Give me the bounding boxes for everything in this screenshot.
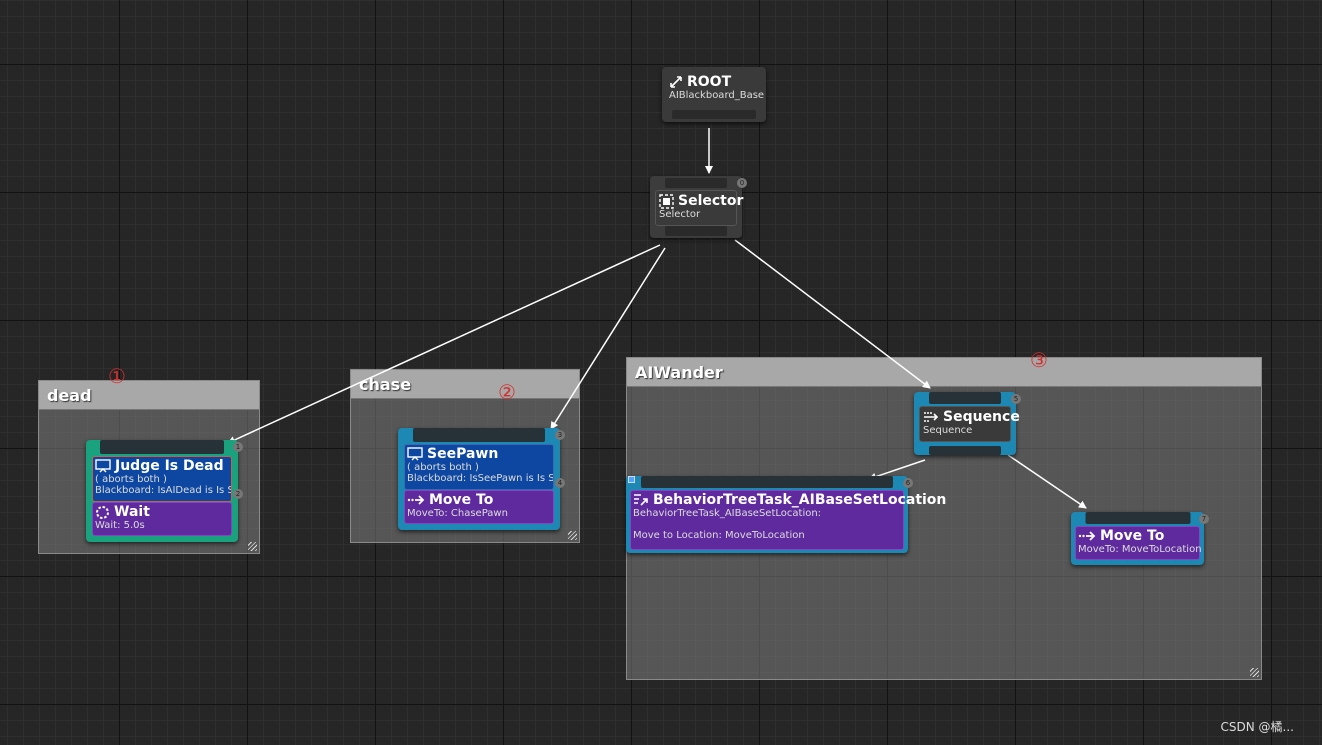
move-arrow-icon (407, 494, 425, 506)
selector-output-pin[interactable] (665, 226, 727, 236)
comment-title-aiwander[interactable]: AIWander (627, 358, 1261, 387)
seepawn-decorator[interactable]: SeePawn ( aborts both ) Blackboard: IsSe… (404, 444, 554, 490)
chase-input-pin[interactable] (413, 428, 545, 442)
sequence-card: Sequence Sequence (919, 406, 1020, 442)
seepawn-aborts: ( aborts both ) (407, 462, 479, 473)
wait-title: Wait (114, 504, 150, 520)
task-list-icon (633, 493, 649, 507)
wait-spinner-icon (95, 505, 110, 520)
set-location-input-pin[interactable] (641, 476, 893, 488)
wait-detail: Wait: 5.0s (95, 520, 145, 531)
watermark: CSDN @橘... (1220, 720, 1294, 734)
set-location-line2: Move to Location: MoveToLocation (633, 530, 805, 541)
selector-node[interactable]: 0 Selector Selector (650, 176, 747, 238)
judge-is-dead-title: Judge Is Dead (115, 458, 224, 474)
move-to-location-index-badge: 7 (1199, 514, 1209, 524)
chase-move-to-detail: MoveTo: ChasePawn (407, 508, 508, 519)
judge-is-dead-detail: Blackboard: IsAIDead is Is Set (95, 485, 231, 496)
chase-branch-node[interactable]: 3 SeePawn ( aborts both ) Blackboard: Is… (398, 428, 565, 530)
dead-index-badge: 1 (233, 442, 243, 452)
selector-icon (659, 193, 674, 209)
move-to-location-input-pin[interactable] (1085, 512, 1190, 524)
set-location-line1: BehaviorTreeTask_AIBaseSetLocation: (633, 508, 822, 519)
selector-title: Selector (678, 193, 744, 209)
chase-move-to-task[interactable]: Move To MoveTo: ChasePawn (404, 490, 554, 524)
set-location-title: BehaviorTreeTask_AIBaseSetLocation (653, 492, 947, 508)
move-to-location-detail: MoveTo: MoveToLocation (1078, 544, 1202, 555)
resize-handle[interactable] (568, 531, 577, 540)
root-title: ROOT (687, 74, 732, 90)
dead-branch-node[interactable]: 1 Judge Is Dead ( aborts both ) Blackboa… (86, 440, 243, 542)
selector-subtitle: Selector (659, 209, 701, 220)
resize-handle[interactable] (1250, 668, 1259, 677)
root-subtitle: AIBlackboard_Base (669, 90, 765, 101)
sequence-input-pin[interactable] (929, 392, 1001, 404)
judge-is-dead-index-badge: 2 (233, 489, 243, 499)
chase-index-badge: 3 (555, 430, 565, 440)
dead-input-pin[interactable] (100, 440, 224, 454)
selector-input-pin[interactable] (665, 178, 727, 188)
comment-title-dead[interactable]: dead (39, 381, 259, 410)
seepawn-title: SeePawn (427, 446, 499, 462)
resize-handle[interactable] (248, 542, 257, 551)
judge-is-dead-aborts: ( aborts both ) (95, 474, 167, 485)
wait-task[interactable]: Wait Wait: 5.0s (92, 502, 232, 536)
move-to-location-node[interactable]: 7 Move To MoveTo: MoveToLocation (1071, 512, 1209, 565)
chase-move-to-title: Move To (429, 492, 494, 508)
seepawn-index-badge: 4 (555, 478, 565, 488)
sequence-subtitle: Sequence (923, 425, 973, 436)
selector-card: Selector Selector (655, 190, 743, 226)
comment-title-chase[interactable]: chase (351, 370, 579, 399)
seepawn-detail: Blackboard: IsSeePawn is Is Set (407, 473, 553, 484)
sequence-title: Sequence (943, 409, 1020, 425)
marker-2: ② (498, 380, 516, 404)
set-location-task-card[interactable]: BehaviorTreeTask_AIBaseSetLocation Behav… (630, 490, 946, 550)
selector-index-badge: 0 (737, 178, 747, 188)
judge-is-dead-decorator[interactable]: Judge Is Dead ( aborts both ) Blackboard… (92, 456, 232, 502)
sequence-icon (923, 410, 939, 424)
sequence-index-badge: 5 (1011, 394, 1021, 404)
root-output-pin[interactable] (672, 110, 756, 119)
set-location-task-node[interactable]: 6 BehaviorTreeTask_AIBaseSetLocation Beh… (626, 476, 946, 553)
monitor-icon (407, 447, 423, 461)
marker-1: ① (108, 364, 126, 388)
root-node[interactable]: ROOT AIBlackboard_Base (662, 67, 766, 122)
sequence-output-pin[interactable] (929, 446, 1001, 455)
move-to-location-title: Move To (1100, 528, 1165, 544)
move-arrow-icon (1078, 530, 1096, 542)
marker-3: ③ (1030, 348, 1048, 372)
root-icon (669, 75, 683, 89)
set-location-index-badge: 6 (903, 478, 913, 488)
breakpoint-marker (628, 476, 635, 483)
root-card: ROOT AIBlackboard_Base (665, 71, 765, 109)
monitor-icon (95, 459, 111, 473)
sequence-node[interactable]: 5 Sequence Sequence (914, 392, 1021, 455)
move-to-location-task-card[interactable]: Move To MoveTo: MoveToLocation (1075, 526, 1202, 560)
